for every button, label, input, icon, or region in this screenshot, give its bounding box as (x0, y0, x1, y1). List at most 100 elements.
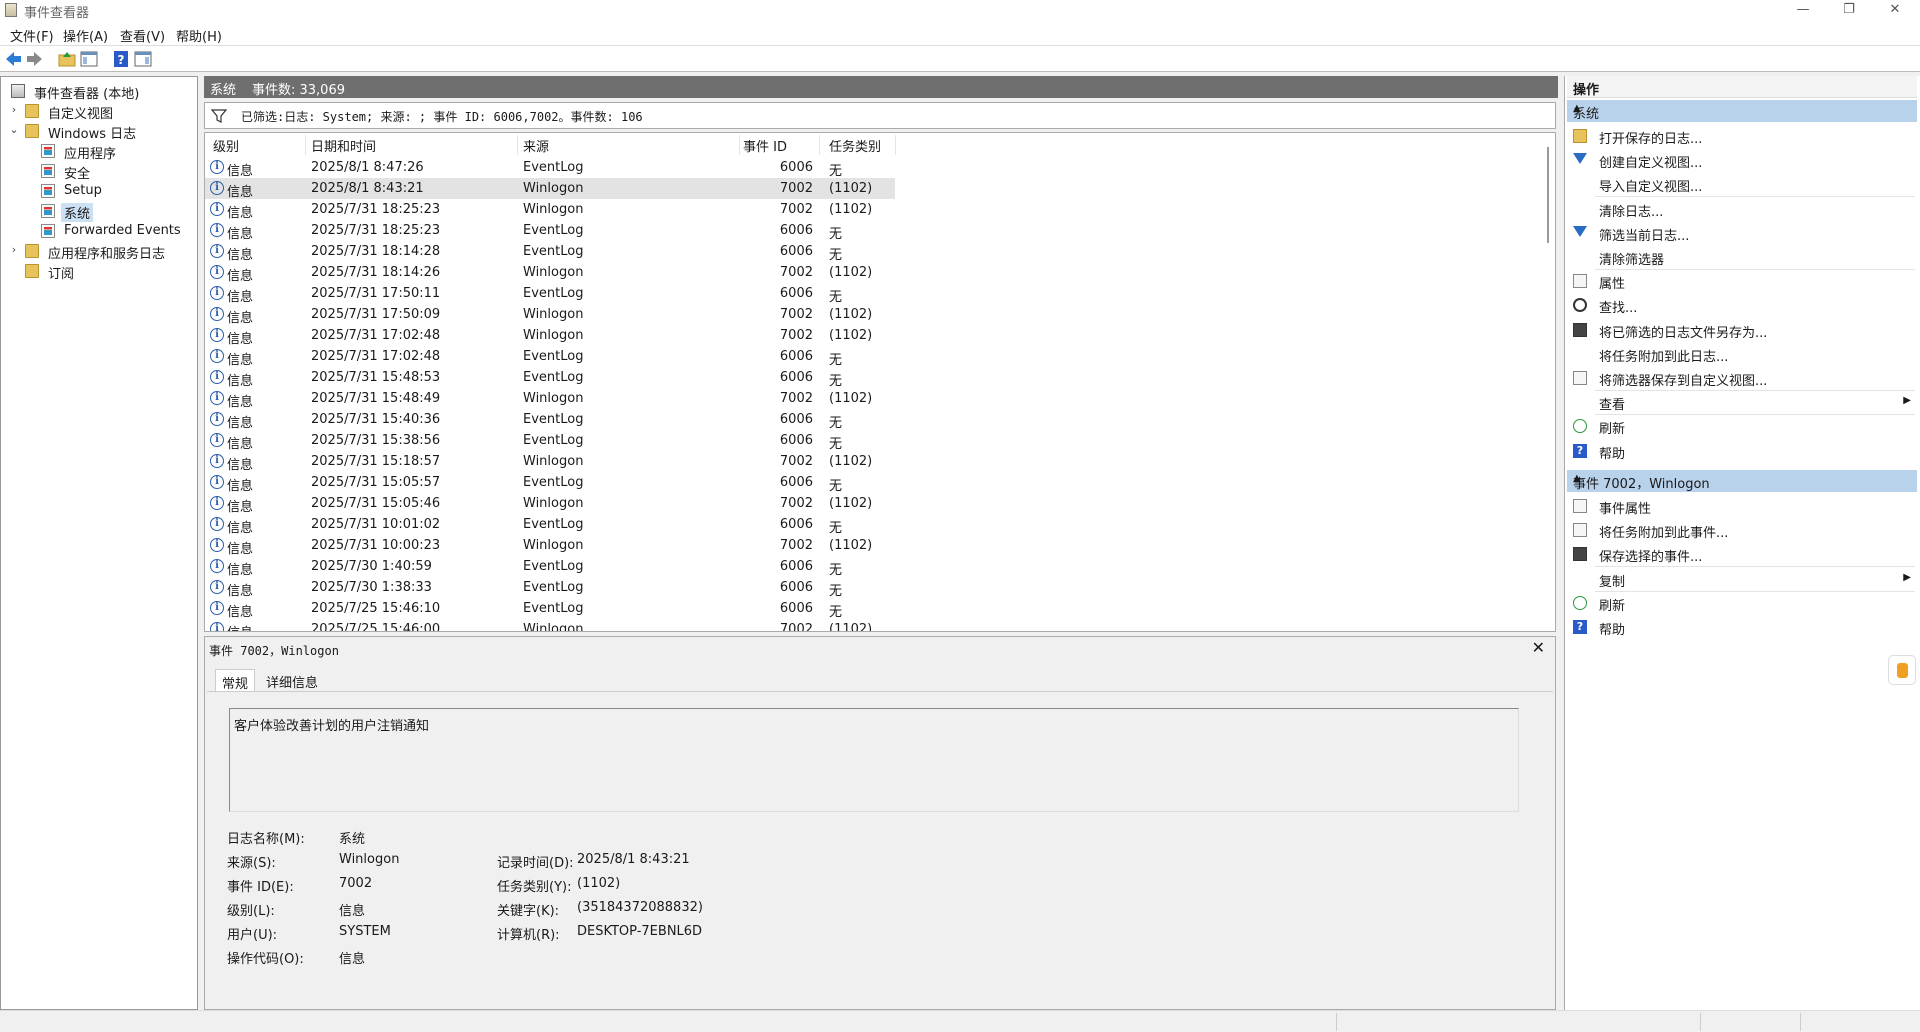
event-row[interactable]: i 信息 2025/7/31 15:48:49 Winlogon 7002 (1102) (205, 388, 895, 410)
event-row[interactable]: i 信息 2025/7/31 18:25:23 EventLog 6006 无 (205, 220, 895, 242)
datetime-cell: 2025/8/1 8:43:21 (311, 181, 424, 196)
action-item[interactable]: 清除日志... (1567, 197, 1917, 221)
column-divider[interactable] (895, 135, 896, 155)
help-icon[interactable]: ? (112, 50, 130, 68)
event-row[interactable]: i 信息 2025/7/31 15:18:57 Winlogon 7002 (1102) (205, 451, 895, 473)
column-header[interactable]: 级别 (213, 136, 239, 155)
event-row[interactable]: i 信息 2025/7/31 15:05:57 EventLog 6006 无 (205, 472, 895, 494)
event-row[interactable]: i 信息 2025/8/1 8:47:26 EventLog 6006 无 (205, 157, 895, 179)
tree-item[interactable]: 安全 (1, 161, 197, 182)
action-item[interactable]: 筛选当前日志... (1567, 221, 1917, 245)
up-folder-icon[interactable] (58, 50, 76, 68)
event-row[interactable]: i 信息 2025/7/31 18:14:28 EventLog 6006 无 (205, 241, 895, 263)
event-row[interactable]: i 信息 2025/7/31 15:38:56 EventLog 6006 无 (205, 430, 895, 452)
action-item[interactable]: ? 帮助 (1567, 439, 1917, 463)
action-item[interactable]: 复制 ▶ (1567, 567, 1917, 591)
event-row[interactable]: i 信息 2025/7/31 10:01:02 EventLog 6006 无 (205, 514, 895, 536)
event-row[interactable]: i 信息 2025/7/25 15:46:10 EventLog 6006 无 (205, 598, 895, 620)
binoculars-icon (1573, 298, 1587, 313)
menu-help[interactable]: 帮助(H) (176, 26, 222, 45)
action-item[interactable]: 将任务附加到此日志... (1567, 342, 1917, 366)
show-hide-tree-icon[interactable] (80, 50, 98, 68)
action-item[interactable]: 将任务附加到此事件... (1567, 518, 1917, 542)
action-item[interactable]: 事件属性 (1567, 494, 1917, 518)
menu-bar: 文件(F) 操作(A) 查看(V) 帮助(H) (0, 21, 1920, 46)
event-row[interactable]: i 信息 2025/7/30 1:40:59 EventLog 6006 无 (205, 556, 895, 578)
task-category-cell: 无 (829, 563, 843, 578)
event-row[interactable]: i 信息 2025/7/30 1:38:33 EventLog 6006 无 (205, 577, 895, 599)
action-item[interactable]: 刷新 (1567, 414, 1917, 438)
column-header[interactable]: 来源 (523, 136, 549, 155)
vertical-scrollbar[interactable] (1547, 147, 1549, 243)
action-item[interactable]: 查看 ▶ (1567, 390, 1917, 414)
action-item[interactable]: 将已筛选的日志文件另存为... (1567, 318, 1917, 342)
column-header[interactable]: 日期和时间 (311, 136, 376, 155)
show-hide-action-pane-icon[interactable] (134, 50, 152, 68)
collapse-caret-icon[interactable]: ▲ (1573, 473, 1911, 484)
event-row[interactable]: i 信息 2025/7/31 15:48:53 EventLog 6006 无 (205, 367, 895, 389)
minimize-button[interactable]: — (1780, 0, 1826, 21)
expand-chevron-icon[interactable]: › (9, 243, 19, 256)
event-row[interactable]: i 信息 2025/7/31 10:00:23 Winlogon 7002 (1102) (205, 535, 895, 557)
tree-item[interactable]: Forwarded Events (1, 221, 197, 241)
column-divider[interactable] (819, 135, 820, 155)
field-label: 事件 ID(E): (227, 880, 294, 895)
column-divider[interactable] (305, 135, 306, 155)
event-row[interactable]: i 信息 2025/7/31 15:40:36 EventLog 6006 无 (205, 409, 895, 431)
action-item[interactable]: 保存选择的事件... (1567, 542, 1917, 566)
action-item[interactable]: 属性 (1567, 269, 1917, 293)
action-item[interactable]: 将筛选器保存到自定义视图... (1567, 366, 1917, 390)
tree-item[interactable]: 事件查看器 (本地) (1, 81, 197, 102)
menu-file[interactable]: 文件(F) (10, 26, 54, 45)
event-row[interactable]: i 信息 2025/7/31 17:02:48 EventLog 6006 无 (205, 346, 895, 368)
field-label: 级别(L): (227, 904, 275, 919)
action-item[interactable]: 导入自定义视图... (1567, 172, 1917, 196)
column-header[interactable]: 任务类别 (829, 136, 881, 155)
forward-arrow-icon[interactable] (26, 50, 44, 68)
collapse-chevron-icon[interactable]: ⌄ (9, 123, 19, 136)
expand-chevron-icon[interactable]: › (9, 103, 19, 116)
column-divider[interactable] (739, 135, 740, 155)
section-event-header[interactable]: 事件 7002，Winlogon ▲ (1567, 470, 1917, 492)
tree-item[interactable]: 订阅 (1, 261, 197, 282)
event-row[interactable]: i 信息 2025/7/31 17:50:09 Winlogon 7002 (1102) (205, 304, 895, 326)
tree-item[interactable]: ⌄ Windows 日志 (1, 121, 197, 142)
event-row[interactable]: i 信息 2025/7/31 18:14:26 Winlogon 7002 (1102) (205, 262, 895, 284)
event-row[interactable]: i 信息 2025/8/1 8:43:21 Winlogon 7002 (1102) (205, 178, 895, 200)
level-cell: 信息 (227, 563, 254, 578)
action-item[interactable]: 刷新 (1567, 591, 1917, 615)
close-window-button[interactable]: ✕ (1872, 0, 1918, 21)
back-arrow-icon[interactable] (4, 50, 22, 68)
column-divider[interactable] (517, 135, 518, 155)
tree-item[interactable]: 系统 (1, 201, 197, 222)
event-row[interactable]: i信息 2025/7/25 15:46:00 Winlogon 7002 (1102) (205, 619, 895, 631)
tab-general[interactable]: 常规 (215, 669, 256, 692)
tree-item[interactable]: › 应用程序和服务日志 (1, 241, 197, 262)
floating-widget-icon[interactable] (1888, 655, 1916, 685)
event-row[interactable]: i 信息 2025/7/31 15:05:46 Winlogon 7002 (1102) (205, 493, 895, 515)
column-header[interactable]: 事件 ID (743, 136, 787, 155)
level-cell: 信息 (227, 542, 254, 557)
close-detail-icon[interactable]: ✕ (1532, 638, 1545, 657)
level-cell: 信息 (227, 227, 254, 242)
action-item[interactable]: ? 帮助 (1567, 615, 1917, 639)
tree-item[interactable]: 应用程序 (1, 141, 197, 162)
restore-button[interactable]: ❐ (1826, 0, 1872, 21)
tab-details[interactable]: 详细信息 (260, 669, 324, 691)
action-item[interactable]: 打开保存的日志... (1567, 124, 1917, 148)
datetime-cell: 2025/7/31 15:18:57 (311, 454, 441, 469)
level-cell: 信息 (227, 269, 254, 284)
event-row[interactable]: i 信息 2025/7/31 17:50:11 EventLog 6006 无 (205, 283, 895, 305)
collapse-caret-icon[interactable]: ▲ (1573, 103, 1911, 114)
tree-item[interactable]: Setup (1, 181, 197, 201)
menu-action[interactable]: 操作(A) (63, 26, 108, 45)
tree-item-label: 事件查看器 (本地) (34, 87, 140, 102)
section-system-header[interactable]: 系统 ▲ (1567, 100, 1917, 122)
action-item[interactable]: 创建自定义视图... (1567, 148, 1917, 172)
action-item[interactable]: 清除筛选器 (1567, 245, 1917, 269)
event-row[interactable]: i 信息 2025/7/31 17:02:48 Winlogon 7002 (1102) (205, 325, 895, 347)
tree-item[interactable]: › 自定义视图 (1, 101, 197, 122)
action-item[interactable]: 查找... (1567, 293, 1917, 317)
event-row[interactable]: i 信息 2025/7/31 18:25:23 Winlogon 7002 (1102) (205, 199, 895, 221)
menu-view[interactable]: 查看(V) (120, 26, 165, 45)
